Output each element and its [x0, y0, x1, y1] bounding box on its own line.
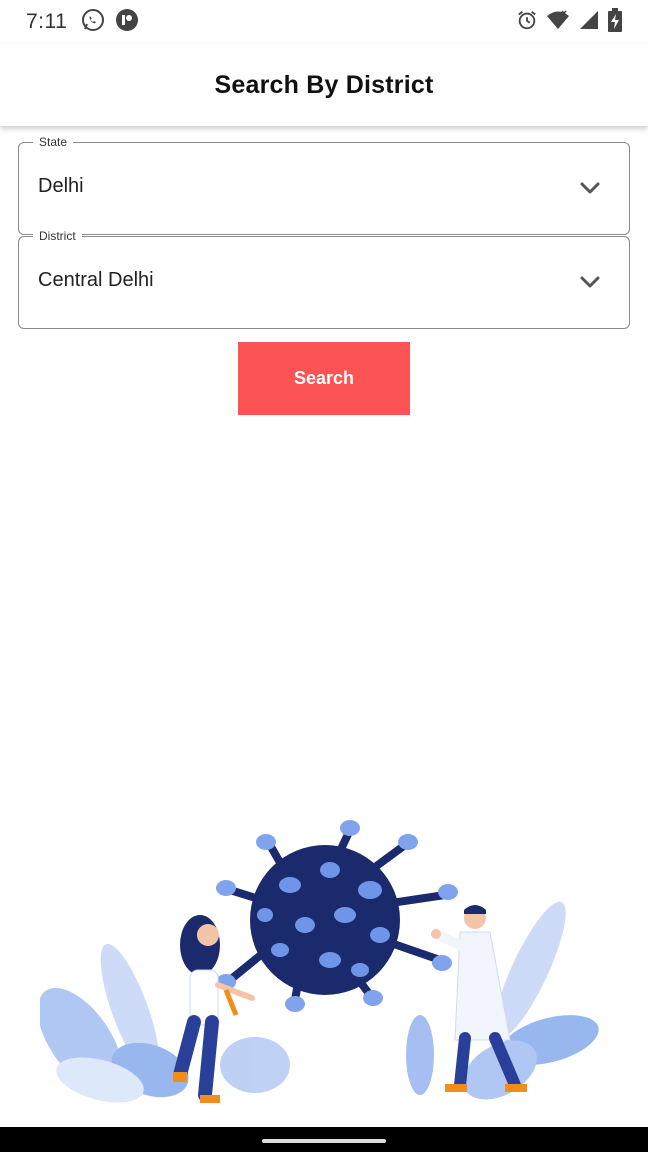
- district-label: District: [33, 228, 82, 244]
- state-label: State: [33, 134, 74, 150]
- wifi-icon: [546, 9, 570, 36]
- state-value: Delhi: [38, 175, 84, 197]
- system-navigation-bar: [0, 1127, 648, 1152]
- alarm-icon: [516, 9, 538, 36]
- app-notification-icon: [115, 8, 139, 37]
- chevron-down-icon: [580, 276, 600, 288]
- status-bar: 7:11: [0, 0, 648, 44]
- app-bar: Search By District: [0, 44, 648, 126]
- state-dropdown[interactable]: State Delhi: [18, 134, 630, 235]
- whatsapp-icon: [81, 8, 105, 37]
- home-indicator[interactable]: [262, 1139, 386, 1143]
- district-dropdown[interactable]: District Central Delhi: [18, 228, 630, 329]
- page-title: Search By District: [214, 70, 434, 99]
- search-button[interactable]: Search: [238, 342, 410, 415]
- battery-charging-icon: [608, 7, 622, 37]
- status-time: 7:11: [26, 10, 68, 33]
- virus-doctors-illustration: [40, 820, 599, 1103]
- signal-icon: [578, 9, 600, 36]
- chevron-down-icon: [580, 182, 600, 194]
- district-value: Central Delhi: [38, 269, 154, 291]
